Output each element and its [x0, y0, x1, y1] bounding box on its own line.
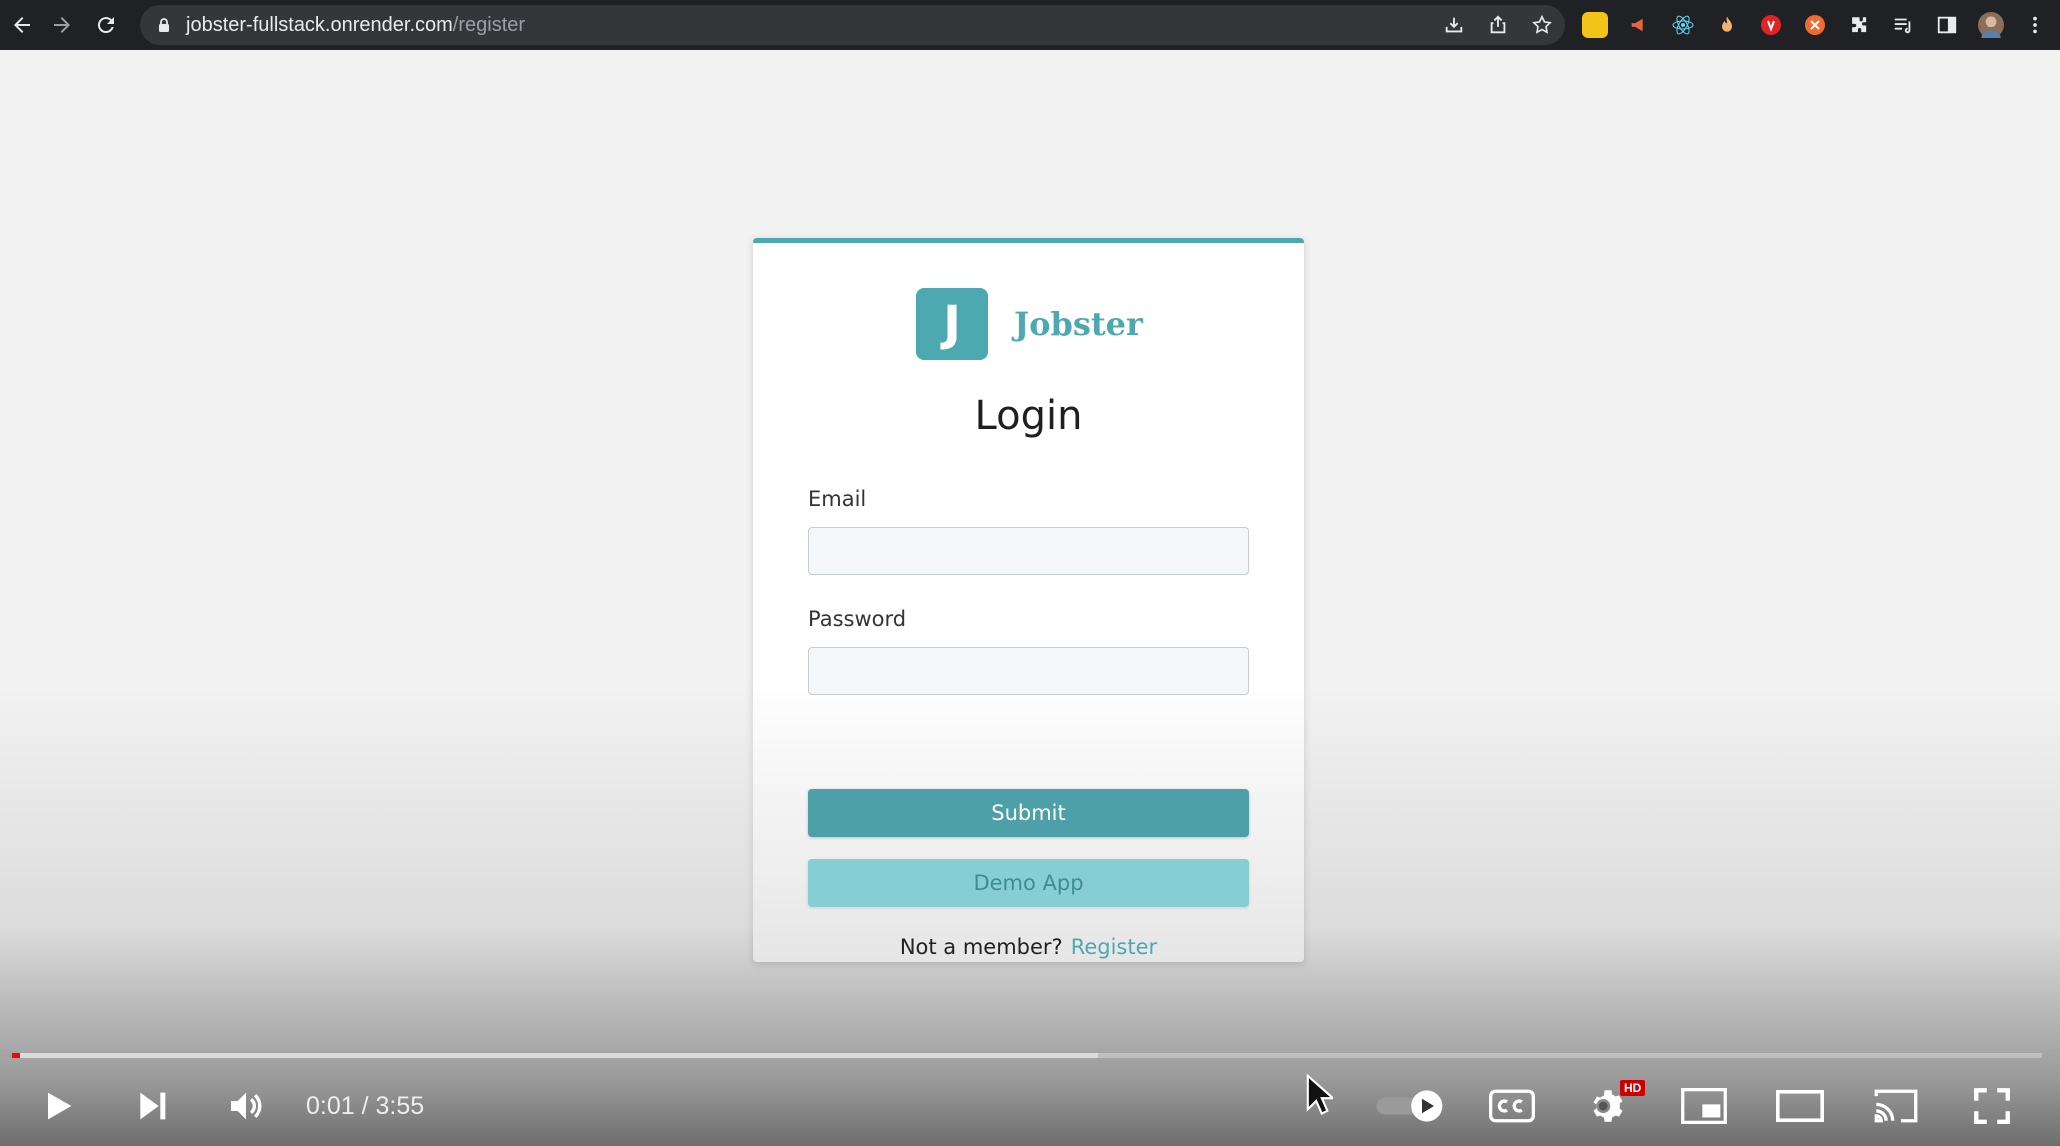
play-icon[interactable] [30, 1076, 86, 1136]
demo-app-button[interactable]: Demo App [808, 859, 1249, 907]
buffered-bar [12, 1053, 1099, 1058]
extension-notes-icon[interactable] [1582, 12, 1608, 38]
mouse-cursor-icon [1305, 1072, 1336, 1120]
player-controls: 0:01 / 3:55 [0, 1076, 2060, 1136]
password-field[interactable] [808, 647, 1249, 695]
share-icon[interactable] [1485, 12, 1511, 38]
forward-icon[interactable] [40, 0, 84, 50]
hd-badge: HD [1620, 1080, 1646, 1096]
submit-button[interactable]: Submit [808, 789, 1249, 837]
member-prompt: Not a member? Register [753, 935, 1304, 959]
login-card: J Jobster Login Email Password Submit De… [753, 238, 1304, 962]
autoplay-toggle[interactable] [1370, 1076, 1450, 1136]
time-display: 0:01 / 3:55 [306, 1091, 425, 1120]
email-field[interactable] [808, 527, 1249, 575]
video-frame[interactable]: J Jobster Login Email Password Submit De… [0, 50, 2060, 1146]
email-label: Email [808, 487, 867, 511]
fullscreen-icon[interactable] [1964, 1076, 2020, 1136]
side-panel-icon[interactable] [1934, 12, 1960, 38]
jobster-logo: J Jobster [916, 288, 1143, 360]
url-text[interactable]: jobster-fullstack.onrender.com/register [186, 14, 525, 37]
reload-icon[interactable] [84, 0, 128, 50]
progress-bar[interactable] [12, 1053, 2042, 1058]
next-icon[interactable] [124, 1076, 180, 1136]
played-bar [12, 1053, 21, 1058]
react-devtools-icon[interactable] [1670, 12, 1696, 38]
miniplayer-icon[interactable] [1676, 1076, 1732, 1136]
more-icon[interactable] [2022, 12, 2048, 38]
lock-icon[interactable] [154, 15, 174, 35]
member-text: Not a member? [899, 935, 1063, 959]
bookmark-star-icon[interactable] [1529, 12, 1555, 38]
logo-text: Jobster [1014, 305, 1143, 343]
theater-mode-icon[interactable] [1772, 1076, 1828, 1136]
volume-icon[interactable] [218, 1076, 274, 1136]
extension-orange-icon[interactable] [1802, 12, 1828, 38]
extension-megaphone-icon[interactable] [1626, 12, 1652, 38]
address-bar[interactable]: jobster-fullstack.onrender.com/register [140, 5, 1565, 45]
captions-icon[interactable] [1484, 1076, 1540, 1136]
cast-icon[interactable] [1868, 1076, 1924, 1136]
back-icon[interactable] [0, 0, 44, 50]
register-link[interactable]: Register [1071, 935, 1157, 959]
page-title: Login [974, 393, 1083, 439]
profile-avatar[interactable] [1978, 12, 2004, 38]
password-label: Password [808, 607, 907, 631]
browser-toolbar: jobster-fullstack.onrender.com/register [0, 0, 2060, 50]
extension-shield-icon[interactable] [1758, 12, 1784, 38]
extensions-bar [1582, 0, 2048, 50]
extensions-icon[interactable] [1846, 12, 1872, 38]
install-icon[interactable] [1441, 12, 1467, 38]
logo-mark: J [916, 288, 988, 360]
reading-list-icon[interactable] [1890, 12, 1916, 38]
extension-flame-icon[interactable] [1714, 12, 1740, 38]
